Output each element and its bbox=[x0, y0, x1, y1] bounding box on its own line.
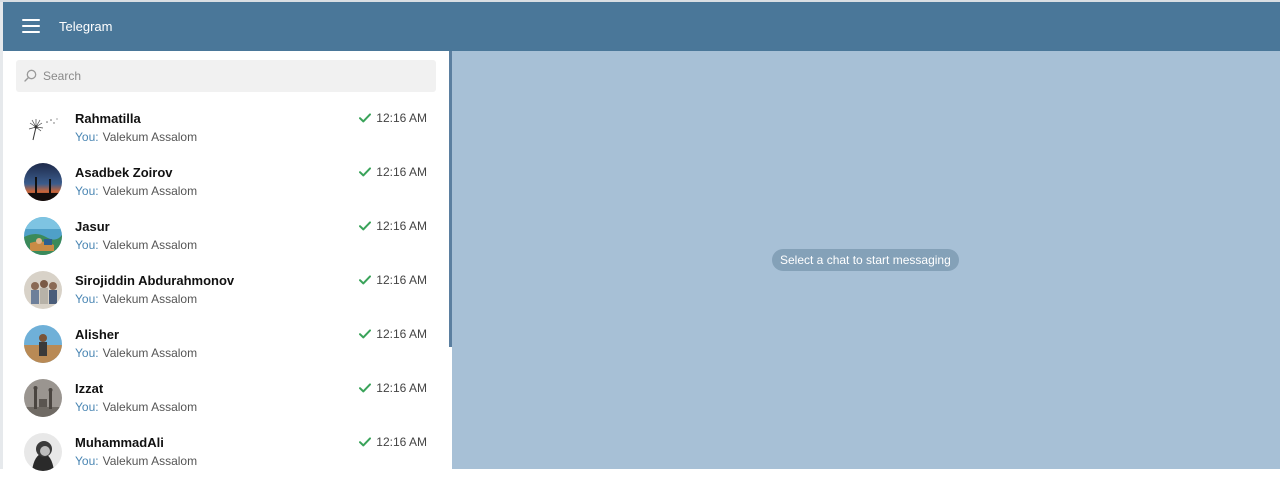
check-icon bbox=[359, 329, 372, 339]
check-icon bbox=[359, 167, 372, 177]
chat-name: MuhammadAli bbox=[75, 435, 164, 450]
message-preview: Valekum Assalom bbox=[102, 292, 198, 306]
check-icon bbox=[359, 113, 372, 123]
avatar bbox=[24, 271, 62, 309]
avatar bbox=[24, 325, 62, 363]
chat-time: 12:16 AM bbox=[376, 219, 427, 233]
sender-label: You: bbox=[75, 292, 99, 306]
chat-item-jasur[interactable]: Jasur You: Valekum Assalom 12:16 AM bbox=[3, 209, 449, 263]
chat-meta: 12:16 AM bbox=[359, 273, 427, 287]
message-preview: Valekum Assalom bbox=[102, 400, 198, 414]
chat-time: 12:16 AM bbox=[376, 327, 427, 341]
sender-label: You: bbox=[75, 238, 99, 252]
check-icon bbox=[359, 221, 372, 231]
avatar bbox=[24, 217, 62, 255]
chat-meta: 12:16 AM bbox=[359, 165, 427, 179]
chat-preview: You: Valekum Assalom bbox=[75, 292, 197, 306]
chat-preview: You: Valekum Assalom bbox=[75, 184, 197, 198]
avatar bbox=[24, 163, 62, 201]
message-preview: Valekum Assalom bbox=[102, 454, 198, 468]
chat-area: Select a chat to start messaging bbox=[452, 51, 1280, 469]
chat-item-asadbek-zoirov[interactable]: Asadbek Zoirov You: Valekum Assalom 12:16… bbox=[3, 155, 449, 209]
chat-name: Izzat bbox=[75, 381, 104, 396]
chat-time: 12:16 AM bbox=[376, 435, 427, 449]
chat-name: Asadbek Zoirov bbox=[75, 165, 173, 180]
avatar bbox=[24, 433, 62, 471]
check-icon bbox=[359, 383, 372, 393]
chat-name: Sirojiddin Abdurahmonov bbox=[75, 273, 235, 288]
search-input[interactable]: Search bbox=[16, 60, 436, 92]
chat-meta: 12:16 AM bbox=[359, 111, 427, 125]
chat-meta: 12:16 AM bbox=[359, 327, 427, 341]
message-preview: Valekum Assalom bbox=[102, 130, 198, 144]
search-icon bbox=[24, 69, 37, 82]
chat-item-izzat[interactable]: Izzat You: Valekum Assalom 12:16 AM bbox=[3, 371, 449, 425]
chat-meta: 12:16 AM bbox=[359, 435, 427, 449]
chat-name: Jasur bbox=[75, 219, 110, 234]
avatar bbox=[24, 379, 62, 417]
chat-item-sirojiddin-abdurahmonov[interactable]: Sirojiddin Abdurahmonov You: Valekum Assa… bbox=[3, 263, 449, 317]
chat-name: Alisher bbox=[75, 327, 120, 342]
chat-item-alisher[interactable]: Alisher You: Valekum Assalom 12:16 AM bbox=[3, 317, 449, 371]
sender-label: You: bbox=[75, 184, 99, 198]
app-title: Telegram bbox=[59, 19, 113, 34]
chat-time: 12:16 AM bbox=[376, 273, 427, 287]
chat-time: 12:16 AM bbox=[376, 111, 427, 125]
chat-preview: You: Valekum Assalom bbox=[75, 346, 197, 360]
search-placeholder: Search bbox=[43, 69, 82, 83]
check-icon bbox=[359, 437, 372, 447]
chat-sidebar: Search Rahmatilla You: Valekum Assalom 1… bbox=[3, 51, 449, 471]
avatar bbox=[24, 109, 62, 147]
chat-name: Rahmatilla bbox=[75, 111, 141, 126]
chat-item-rahmatilla[interactable]: Rahmatilla You: Valekum Assalom 12:16 AM bbox=[3, 101, 449, 155]
chat-meta: 12:16 AM bbox=[359, 219, 427, 233]
check-icon bbox=[359, 275, 372, 285]
chat-preview: You: Valekum Assalom bbox=[75, 400, 197, 414]
hamburger-icon[interactable] bbox=[22, 18, 40, 34]
chat-preview: You: Valekum Assalom bbox=[75, 454, 197, 468]
chat-preview: You: Valekum Assalom bbox=[75, 238, 197, 252]
chat-time: 12:16 AM bbox=[376, 165, 427, 179]
empty-chat-notice: Select a chat to start messaging bbox=[772, 249, 959, 271]
message-preview: Valekum Assalom bbox=[102, 184, 198, 198]
message-preview: Valekum Assalom bbox=[102, 346, 198, 360]
header-bar: Telegram bbox=[3, 2, 1280, 51]
chat-item-muhammadali[interactable]: MuhammadAli You: Valekum Assalom 12:16 AM bbox=[3, 425, 449, 479]
chat-meta: 12:16 AM bbox=[359, 381, 427, 395]
chat-preview: You: Valekum Assalom bbox=[75, 130, 197, 144]
sender-label: You: bbox=[75, 400, 99, 414]
sender-label: You: bbox=[75, 130, 99, 144]
message-preview: Valekum Assalom bbox=[102, 238, 198, 252]
sender-label: You: bbox=[75, 454, 99, 468]
sender-label: You: bbox=[75, 346, 99, 360]
chat-list: Rahmatilla You: Valekum Assalom 12:16 AM … bbox=[3, 101, 449, 479]
chat-time: 12:16 AM bbox=[376, 381, 427, 395]
